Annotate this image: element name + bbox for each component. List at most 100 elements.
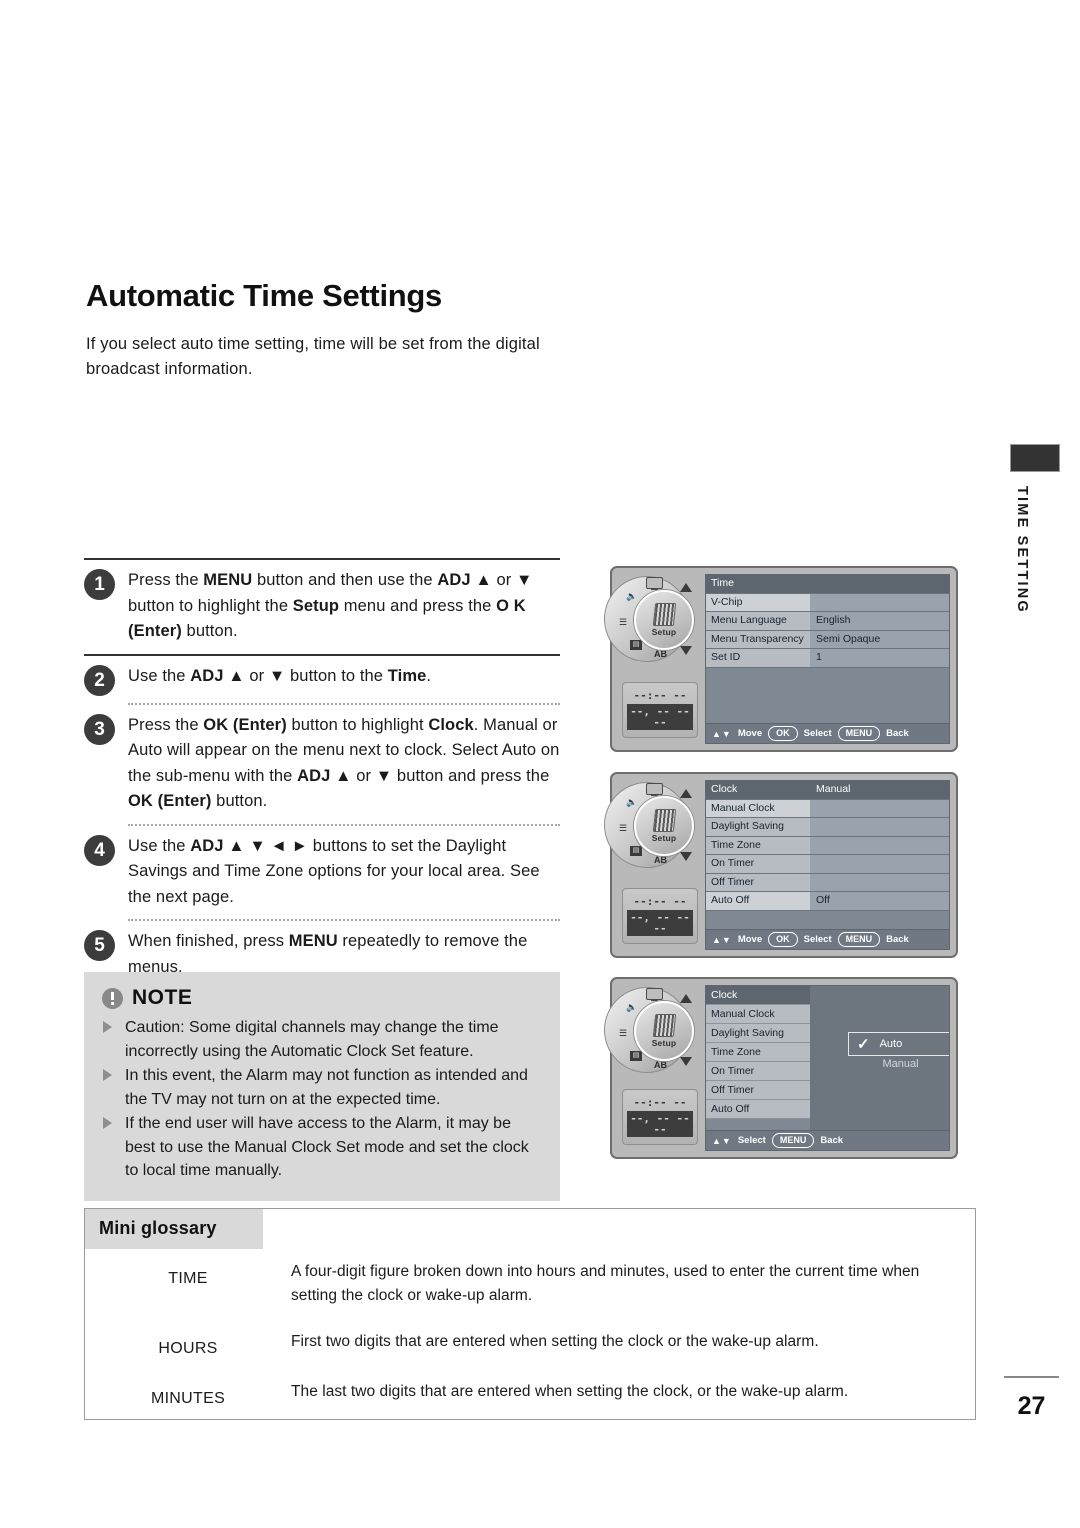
led-date: --, -- ---- xyxy=(627,910,693,936)
updown-arrows-icon: ▲▼ xyxy=(712,1135,732,1146)
step-text-1: Press the MENU button and then use the A… xyxy=(128,571,533,640)
osd-row-time-zone[interactable]: Time Zone xyxy=(706,836,949,855)
tv-icon xyxy=(646,577,663,590)
osd-value: Off xyxy=(810,892,949,910)
osd-row-menu-language[interactable]: Menu Language English xyxy=(706,612,949,631)
speaker-icon: 🔈 xyxy=(626,797,638,807)
check-icon: ✓ xyxy=(857,1035,870,1053)
note-title: NOTE xyxy=(132,986,193,1009)
arrow-down-icon xyxy=(680,646,692,655)
osd-row-time[interactable]: Time xyxy=(706,575,949,594)
glossary-definition: First two digits that are entered when s… xyxy=(291,1333,819,1350)
step-2: 2 Use the ADJ ▲ or ▼ button to the Time. xyxy=(84,656,560,703)
menu-button[interactable]: MENU xyxy=(771,1133,815,1148)
hint-back: Back xyxy=(820,1135,844,1146)
tv-mode-wheel: 🔈 ☰ ▤ AB Setup xyxy=(604,574,700,670)
clock-mode-popup: ✓ Auto Manual xyxy=(848,1032,949,1070)
osd-row-auto-off[interactable]: Auto Off xyxy=(706,1100,810,1119)
ok-button[interactable]: OK xyxy=(768,932,798,947)
osd-row-off-timer[interactable]: Off Timer xyxy=(706,1081,810,1100)
osd-hint-bar: ▲▼ Move OK Select MENU Back xyxy=(706,929,949,949)
mini-glossary: Mini glossary TIME A four-digit figure b… xyxy=(84,1208,976,1420)
step-text-3: Press the OK (Enter) button to highlight… xyxy=(128,715,560,811)
osd-label: Menu Transparency xyxy=(706,630,810,648)
channel-icon: ▤ xyxy=(630,846,642,856)
arrow-up-icon xyxy=(680,789,692,798)
osd-row-off-timer[interactable]: Off Timer xyxy=(706,873,949,892)
menu-button[interactable]: MENU xyxy=(837,726,881,741)
step-4: 4 Use the ADJ ▲ ▼ ◄ ► buttons to set the… xyxy=(84,826,560,920)
osd-row-manual-clock[interactable]: Manual Clock xyxy=(706,1005,810,1024)
tv-icon xyxy=(646,988,663,1001)
menu-button[interactable]: MENU xyxy=(837,932,881,947)
popup-option-manual[interactable]: Manual xyxy=(848,1056,949,1070)
exclamation-icon xyxy=(102,987,123,1009)
osd-row-set-id[interactable]: Set ID 1 xyxy=(706,649,949,668)
ok-button[interactable]: OK xyxy=(768,726,798,741)
osd-label: On Timer xyxy=(706,855,810,873)
step-number-2: 2 xyxy=(84,664,115,696)
tv-mode-wheel: 🔈 ☰ ▤ AB Setup xyxy=(604,985,700,1081)
osd-value: Manual xyxy=(810,781,949,799)
tv-icon xyxy=(646,783,663,796)
osd-label: V-Chip xyxy=(706,593,810,611)
hint-back: Back xyxy=(886,728,909,739)
equalizer-icon: ☰ xyxy=(619,823,628,833)
ab-label: AB xyxy=(654,649,667,659)
hint-move: Move xyxy=(737,728,763,739)
osd-menu-2: Clock Manual Manual Clock Daylight Savin… xyxy=(705,780,950,950)
osd-row-daylight-saving[interactable]: Daylight Saving xyxy=(706,818,949,837)
led-date: --, -- ---- xyxy=(627,704,693,730)
osd-label: Daylight Saving xyxy=(706,818,810,836)
osd-row-vchip[interactable]: V-Chip xyxy=(706,593,949,612)
glossary-term: HOURS xyxy=(158,1340,218,1357)
note-item: Caution: Some digital channels may chang… xyxy=(102,1016,542,1063)
osd-row-daylight-saving[interactable]: Daylight Saving xyxy=(706,1024,810,1043)
setup-wheel-center: Setup xyxy=(634,1001,694,1061)
triangle-bullet-icon xyxy=(103,1021,112,1033)
osd-value: English xyxy=(810,612,949,630)
step-number-1: 1 xyxy=(84,569,115,600)
intro-paragraph: If you select auto time setting, time wi… xyxy=(86,335,540,378)
osd-popup-area: ✓ Auto Manual xyxy=(810,986,949,1130)
osd-label: Off Timer xyxy=(706,873,810,891)
osd-label: Manual Clock xyxy=(706,799,810,817)
osd-value xyxy=(810,855,949,873)
osd-rows: Time V-Chip Menu Language English Menu T… xyxy=(706,575,949,723)
osd-menu-1: Time V-Chip Menu Language English Menu T… xyxy=(705,574,950,744)
tv-mode-wheel: 🔈 ☰ ▤ AB Setup xyxy=(604,780,700,876)
led-time: --:-- -- xyxy=(633,895,687,908)
osd-value xyxy=(810,575,949,593)
setup-wheel-center: Setup xyxy=(634,590,694,650)
arrow-up-icon xyxy=(680,994,692,1003)
osd-row-on-timer[interactable]: On Timer xyxy=(706,855,949,874)
popup-option-auto[interactable]: ✓ Auto xyxy=(848,1032,949,1056)
osd-value xyxy=(810,873,949,891)
osd-row-clock[interactable]: Clock Manual xyxy=(706,781,949,800)
note-item-text: Caution: Some digital channels may chang… xyxy=(125,1019,499,1060)
osd-row-manual-clock[interactable]: Manual Clock xyxy=(706,799,949,818)
osd-row-time-zone[interactable]: Time Zone xyxy=(706,1043,810,1062)
step-text-2: Use the ADJ ▲ or ▼ button to the Time. xyxy=(128,666,432,685)
updown-arrows-icon: ▲▼ xyxy=(712,728,732,739)
glossary-row: HOURS First two digits that are entered … xyxy=(85,1319,975,1369)
osd-row-clock[interactable]: Clock xyxy=(706,986,810,1005)
tv-screenshot-setup-menu: 🔈 ☰ ▤ AB Setup --:-- -- --, -- ---- Time… xyxy=(604,566,958,752)
osd-row-auto-off[interactable]: Auto Off Off xyxy=(706,892,949,911)
osd-label: Menu Language xyxy=(706,612,810,630)
osd-label: Time xyxy=(706,575,810,593)
note-box: NOTE Caution: Some digital channels may … xyxy=(84,972,560,1201)
setup-icon xyxy=(652,1014,676,1037)
glossary-term: TIME xyxy=(168,1270,208,1287)
osd-row-on-timer[interactable]: On Timer xyxy=(706,1062,810,1081)
setup-icon xyxy=(652,809,676,832)
glossary-heading: Mini glossary xyxy=(85,1209,263,1249)
osd-value xyxy=(810,799,949,817)
tv-led-display: --:-- -- --, -- ---- xyxy=(622,888,698,944)
tv-led-display: --:-- -- --, -- ---- xyxy=(622,1089,698,1145)
osd-row-menu-transparency[interactable]: Menu Transparency Semi Opaque xyxy=(706,630,949,649)
osd-menu-3: Clock Manual Clock Daylight Saving Time … xyxy=(705,985,950,1151)
equalizer-icon: ☰ xyxy=(619,617,628,627)
osd-hint-bar: ▲▼ Move OK Select MENU Back xyxy=(706,723,949,743)
equalizer-icon: ☰ xyxy=(619,1028,628,1038)
